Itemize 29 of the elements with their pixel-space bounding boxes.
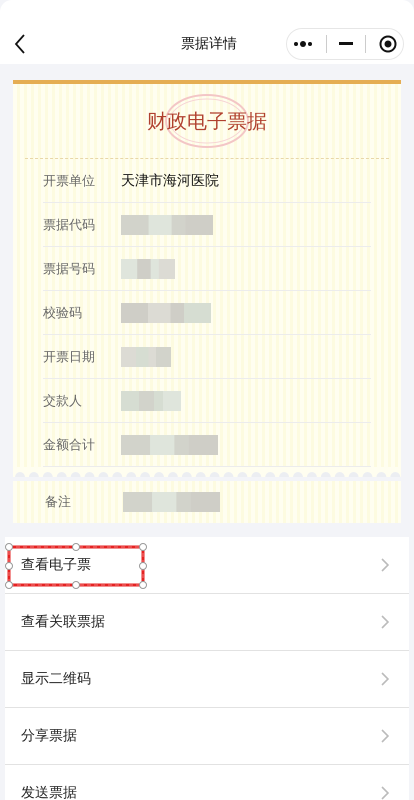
capsule-menu[interactable] — [286, 28, 404, 60]
field-label: 金额合计 — [43, 436, 96, 454]
menu-item[interactable]: 发送票据 — [5, 765, 409, 800]
chevron-right-icon — [381, 672, 389, 686]
chevron-right-icon — [381, 786, 389, 800]
blurred-value — [121, 390, 181, 410]
blurred-value — [121, 346, 171, 366]
menu-item[interactable]: 分享票据 — [5, 708, 409, 765]
menu-item[interactable]: 查看电子票 — [5, 537, 409, 594]
field-label: 开票日期 — [43, 348, 96, 366]
chevron-right-icon — [381, 729, 389, 743]
field-label: 备注 — [45, 494, 72, 511]
chevron-right-icon — [381, 615, 389, 629]
more-icon[interactable] — [293, 41, 314, 47]
field-label: 开票单位 — [43, 172, 96, 190]
menu-item[interactable]: 显示二维码 — [5, 651, 409, 708]
field-label: 交款人 — [43, 392, 83, 410]
close-icon[interactable] — [378, 35, 397, 53]
menu-item[interactable]: 查看关联票据 — [5, 594, 409, 651]
field-value: 天津市海河医院 — [121, 172, 219, 190]
minimize-icon[interactable] — [338, 42, 353, 46]
field-label: 票据代码 — [43, 216, 96, 234]
blurred-value — [121, 258, 175, 278]
chevron-right-icon — [381, 558, 389, 572]
receipt-title: 财政电子票据 — [147, 108, 267, 134]
field-label: 校验码 — [43, 304, 83, 322]
back-icon[interactable] — [14, 34, 26, 54]
field-label: 票据号码 — [43, 260, 96, 278]
page-title: 票据详情 — [180, 35, 238, 53]
